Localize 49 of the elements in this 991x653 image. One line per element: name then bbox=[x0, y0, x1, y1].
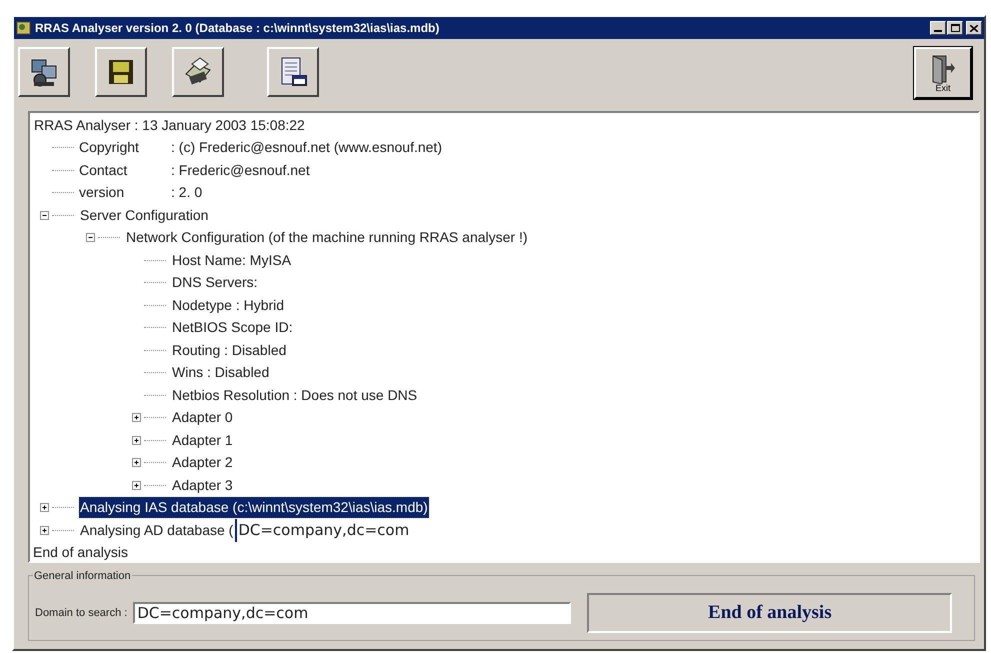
domain-input-field[interactable]: DC=company,dc=com bbox=[133, 602, 572, 624]
tree-item[interactable]: DNS Servers: bbox=[171, 272, 259, 294]
toolbar-button[interactable] bbox=[95, 47, 147, 97]
maximize-button[interactable] bbox=[947, 21, 963, 35]
field-name: Copyright bbox=[79, 138, 140, 158]
status-panel: End of analysis bbox=[587, 593, 952, 633]
close-button[interactable] bbox=[966, 21, 982, 35]
tree-item[interactable]: NetBIOS Scope ID: bbox=[171, 317, 294, 338]
tree-item[interactable]: Analysing AD database ( bbox=[79, 520, 234, 541]
tree-item[interactable]: Adapter 2 bbox=[171, 452, 234, 474]
field-name: version bbox=[79, 183, 126, 202]
toolbar-button[interactable] bbox=[172, 47, 224, 97]
expand-toggle[interactable] bbox=[131, 480, 142, 491]
maximize-icon bbox=[950, 24, 960, 32]
tree-item[interactable]: RRAS Analyser : 13 January 2003 15:08:22 bbox=[33, 114, 306, 136]
field-value: : (c) Frederic@esnouf.net (www.esnouf.net) bbox=[171, 138, 442, 158]
tree-item[interactable]: Analysing IAS database (c:\winnt\system32\ias\ias.mdb) bbox=[79, 497, 429, 518]
app-icon bbox=[16, 20, 32, 36]
tree-item[interactable]: Adapter 0 bbox=[171, 407, 234, 428]
expand-toggle[interactable] bbox=[39, 502, 50, 514]
expand-toggle[interactable] bbox=[85, 232, 96, 244]
minimize-button[interactable] bbox=[930, 21, 946, 35]
expand-toggle[interactable] bbox=[131, 434, 142, 446]
expand-toggle[interactable] bbox=[131, 457, 142, 468]
toolbar-button[interactable] bbox=[18, 47, 70, 97]
window-title: RRAS Analyser version 2. 0 (Database : c:\winnt\system32\ias\ias.mdb) bbox=[35, 20, 440, 37]
expand-toggle[interactable] bbox=[39, 210, 50, 221]
toolbar-button[interactable] bbox=[267, 47, 319, 97]
tree-item[interactable]: Adapter 3 bbox=[171, 474, 234, 496]
tree-item-edit-field[interactable]: DC=company,dc=com bbox=[235, 519, 410, 542]
tree-item[interactable]: Server Configuration bbox=[79, 204, 210, 226]
field-name: Contact bbox=[79, 160, 128, 180]
field-value: : Frederic@esnouf.net bbox=[171, 160, 310, 180]
domain-label: Domain to search : bbox=[35, 606, 128, 621]
field-value: : 2. 0 bbox=[171, 183, 202, 202]
tree-item[interactable]: Network Configuration (of the machine running RRAS analyser !) bbox=[125, 227, 529, 248]
exit-button[interactable]: Exit bbox=[914, 47, 972, 99]
expand-toggle[interactable] bbox=[39, 524, 50, 536]
tree-item[interactable]: Adapter 1 bbox=[171, 430, 234, 451]
close-icon bbox=[970, 24, 978, 32]
tree-item[interactable]: Wins : Disabled bbox=[171, 362, 270, 384]
tree-item[interactable]: Netbios Resolution : Does not use DNS bbox=[171, 384, 418, 406]
door-icon bbox=[930, 54, 956, 84]
minimize-icon bbox=[934, 30, 942, 32]
tree-text: End of analysis bbox=[32, 543, 129, 562]
tree-item[interactable]: Host Name: MyISA bbox=[171, 250, 292, 271]
tree-item[interactable]: Routing : Disabled bbox=[171, 340, 288, 361]
tree-item[interactable]: Nodetype : Hybrid bbox=[171, 294, 286, 316]
expand-toggle[interactable] bbox=[131, 412, 142, 424]
